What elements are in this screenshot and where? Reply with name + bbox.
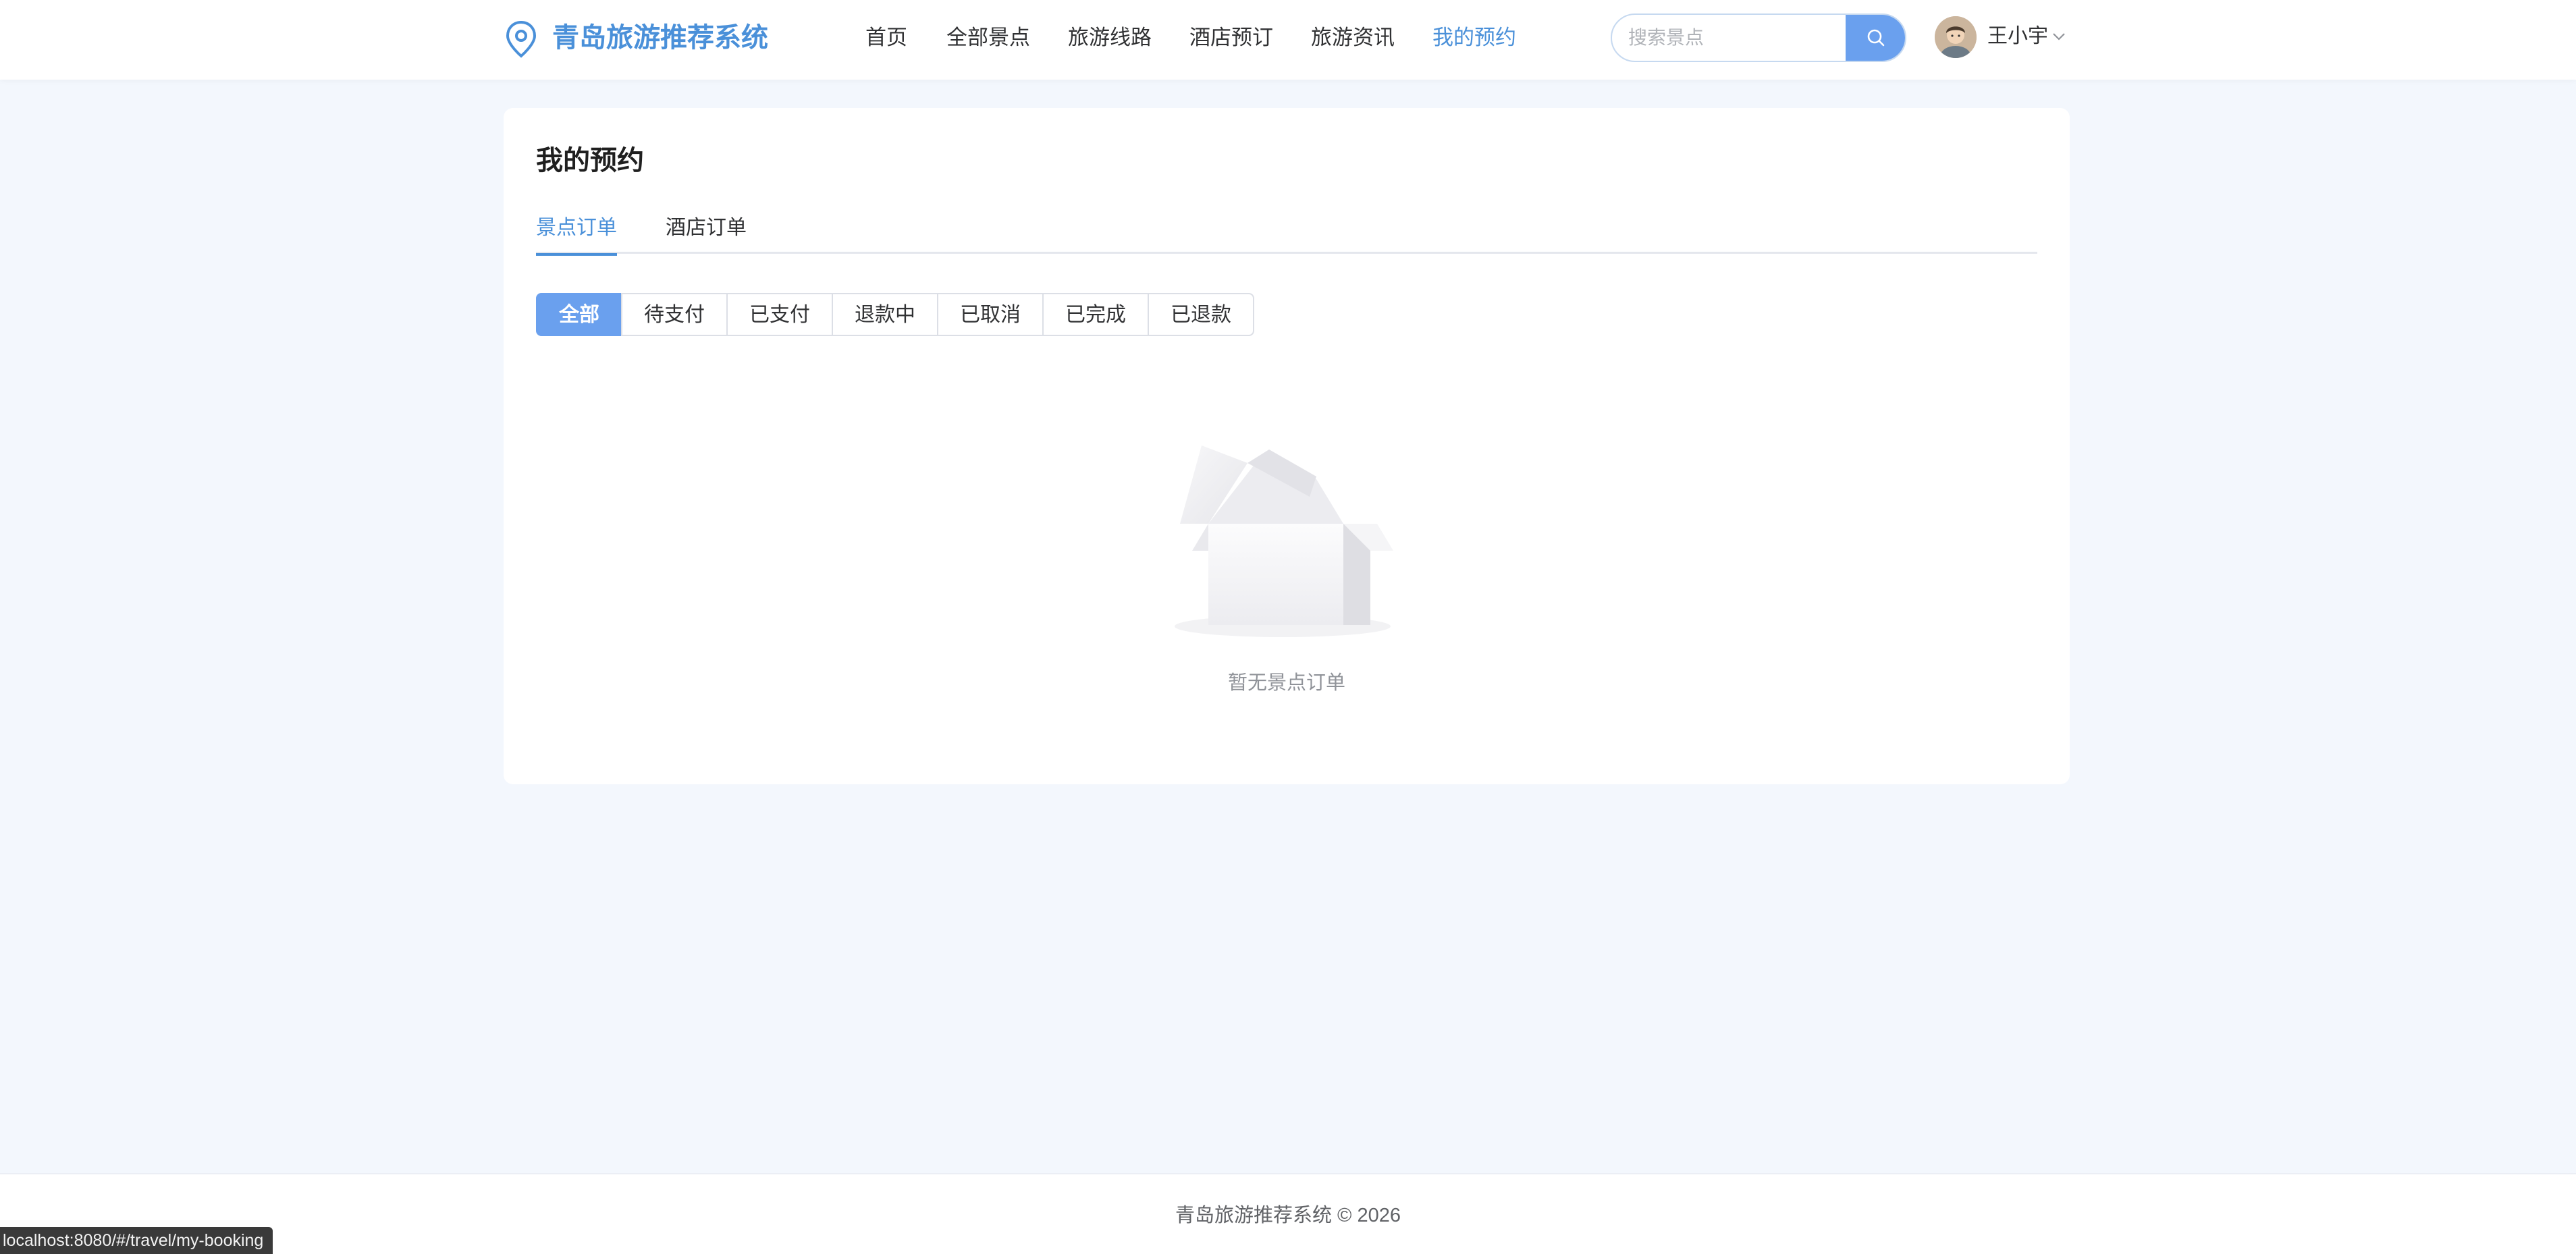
filter-all[interactable]: 全部: [536, 293, 622, 336]
filter-paid[interactable]: 已支付: [726, 293, 833, 336]
nav-item-my-booking[interactable]: 我的预约: [1432, 23, 1516, 53]
search-button[interactable]: [1846, 15, 1905, 61]
nav-item-all-attractions[interactable]: 全部景点: [946, 23, 1030, 53]
status-bar-url: localhost:8080/#/travel/my-booking: [0, 1227, 273, 1254]
filter-refunding[interactable]: 退款中: [832, 293, 938, 336]
tab-attraction-orders[interactable]: 景点订单: [536, 209, 617, 256]
search-box: [1611, 13, 1906, 62]
filter-refunded[interactable]: 已退款: [1148, 293, 1254, 336]
nav-item-news[interactable]: 旅游资讯: [1311, 23, 1395, 53]
location-pin-icon: [506, 20, 537, 58]
tab-hotel-orders[interactable]: 酒店订单: [666, 209, 747, 254]
filter-cancelled[interactable]: 已取消: [937, 293, 1044, 336]
empty-state-text: 暂无景点订单: [1227, 672, 1345, 694]
page-title: 我的预约: [536, 146, 644, 175]
avatar: [1935, 16, 1977, 58]
search-icon: [1867, 29, 1885, 47]
nav-item-routes[interactable]: 旅游线路: [1068, 23, 1152, 53]
filter-pending-payment[interactable]: 待支付: [621, 293, 728, 336]
empty-box-illustration: [1175, 445, 1393, 637]
order-tabs: 景点订单 酒店订单: [536, 209, 2037, 256]
footer-copyright: 青岛旅游推荐系统 © 2026: [1175, 1205, 1401, 1226]
status-filter-group: 全部 待支付 已支付 退款中 已取消 已完成 已退款: [536, 293, 1254, 336]
top-header: 青岛旅游推荐系统 首页 全部景点 旅游线路 酒店预订 旅游资讯 我的预约 搜索景…: [0, 0, 2576, 80]
user-name: 王小宇: [1987, 25, 2048, 47]
brand-name: 青岛旅游推荐系统: [552, 23, 768, 53]
page-footer: 青岛旅游推荐系统 © 2026: [0, 1173, 2576, 1254]
filter-completed[interactable]: 已完成: [1042, 293, 1149, 336]
nav-item-hotels[interactable]: 酒店预订: [1189, 23, 1273, 53]
booking-card: 我的预约 景点订单 酒店订单 全部 待支付 已支付 退款中 已取消 已完成 已退…: [504, 108, 2070, 784]
nav-item-home[interactable]: 首页: [865, 23, 907, 53]
search-input[interactable]: [1612, 15, 1848, 61]
chevron-down-icon: [2053, 33, 2065, 40]
